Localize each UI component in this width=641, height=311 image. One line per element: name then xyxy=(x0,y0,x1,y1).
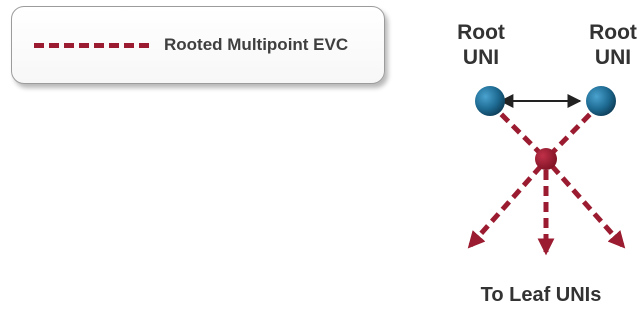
root-uni-right-label: Root UNI xyxy=(568,20,641,70)
root-uni-right-label-line2: UNI xyxy=(594,46,632,69)
leaf-unis-label: To Leaf UNIs xyxy=(480,284,602,306)
root-uni-left-node xyxy=(475,86,505,116)
root-uni-left-label-line2: UNI xyxy=(462,46,500,69)
root-uni-left-label-line1: Root xyxy=(457,21,505,44)
root-uni-right-label-line1: Root xyxy=(589,21,637,44)
leaf-arrow-left xyxy=(467,164,543,249)
hub-node xyxy=(535,148,557,170)
rooted-multipoint-diagram xyxy=(467,86,626,256)
root-uni-right-node xyxy=(586,86,616,116)
root-uni-left-label: Root UNI xyxy=(436,20,526,70)
leaf-arrow-right xyxy=(550,164,626,249)
